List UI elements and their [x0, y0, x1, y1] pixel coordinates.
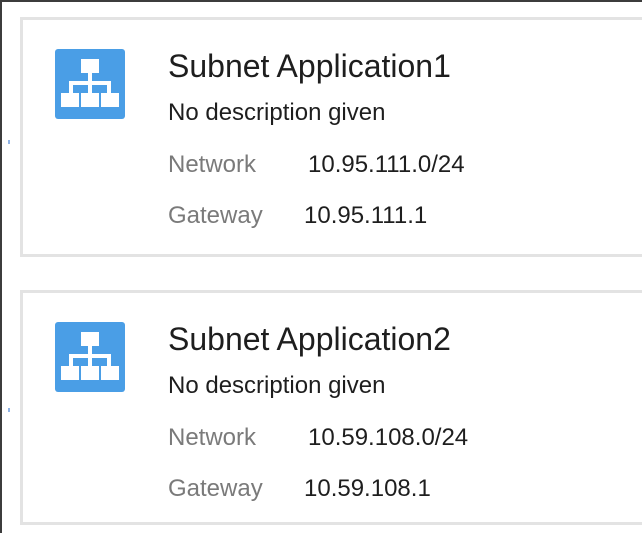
network-label: Network [168, 151, 257, 178]
gateway-row: Gateway 10.95.111.1 [168, 201, 427, 231]
edge-marker [8, 140, 10, 144]
network-topology-icon [55, 322, 125, 392]
network-row: Network 10.95.111.0/24 [168, 150, 465, 180]
network-topology-icon [55, 49, 125, 119]
edge-marker [8, 408, 10, 412]
subnet-name[interactable]: Subnet Application1 [168, 46, 451, 86]
network-value: 10.59.108.0/24 [308, 424, 469, 451]
gateway-value: 10.95.111.1 [304, 202, 428, 229]
subnet-description: No description given [168, 99, 386, 126]
frame-border [0, 0, 2, 533]
network-value: 10.95.111.0/24 [308, 151, 465, 178]
gateway-value: 10.59.108.1 [304, 475, 431, 502]
gateway-label: Gateway [168, 475, 263, 502]
frame-border-top [0, 0, 642, 2]
gateway-row: Gateway 10.59.108.1 [168, 474, 431, 504]
network-row: Network 10.59.108.0/24 [168, 423, 468, 453]
subnet-description: No description given [168, 372, 386, 399]
subnet-card[interactable]: Subnet Application1 No description given… [20, 17, 642, 257]
subnet-card[interactable]: Subnet Application2 No description given… [20, 290, 642, 525]
gateway-label: Gateway [168, 202, 263, 229]
subnet-list-page: { "subnets": [ { "icon": "network-topolo… [0, 0, 642, 533]
subnet-name[interactable]: Subnet Application2 [168, 319, 451, 359]
network-label: Network [168, 424, 257, 451]
